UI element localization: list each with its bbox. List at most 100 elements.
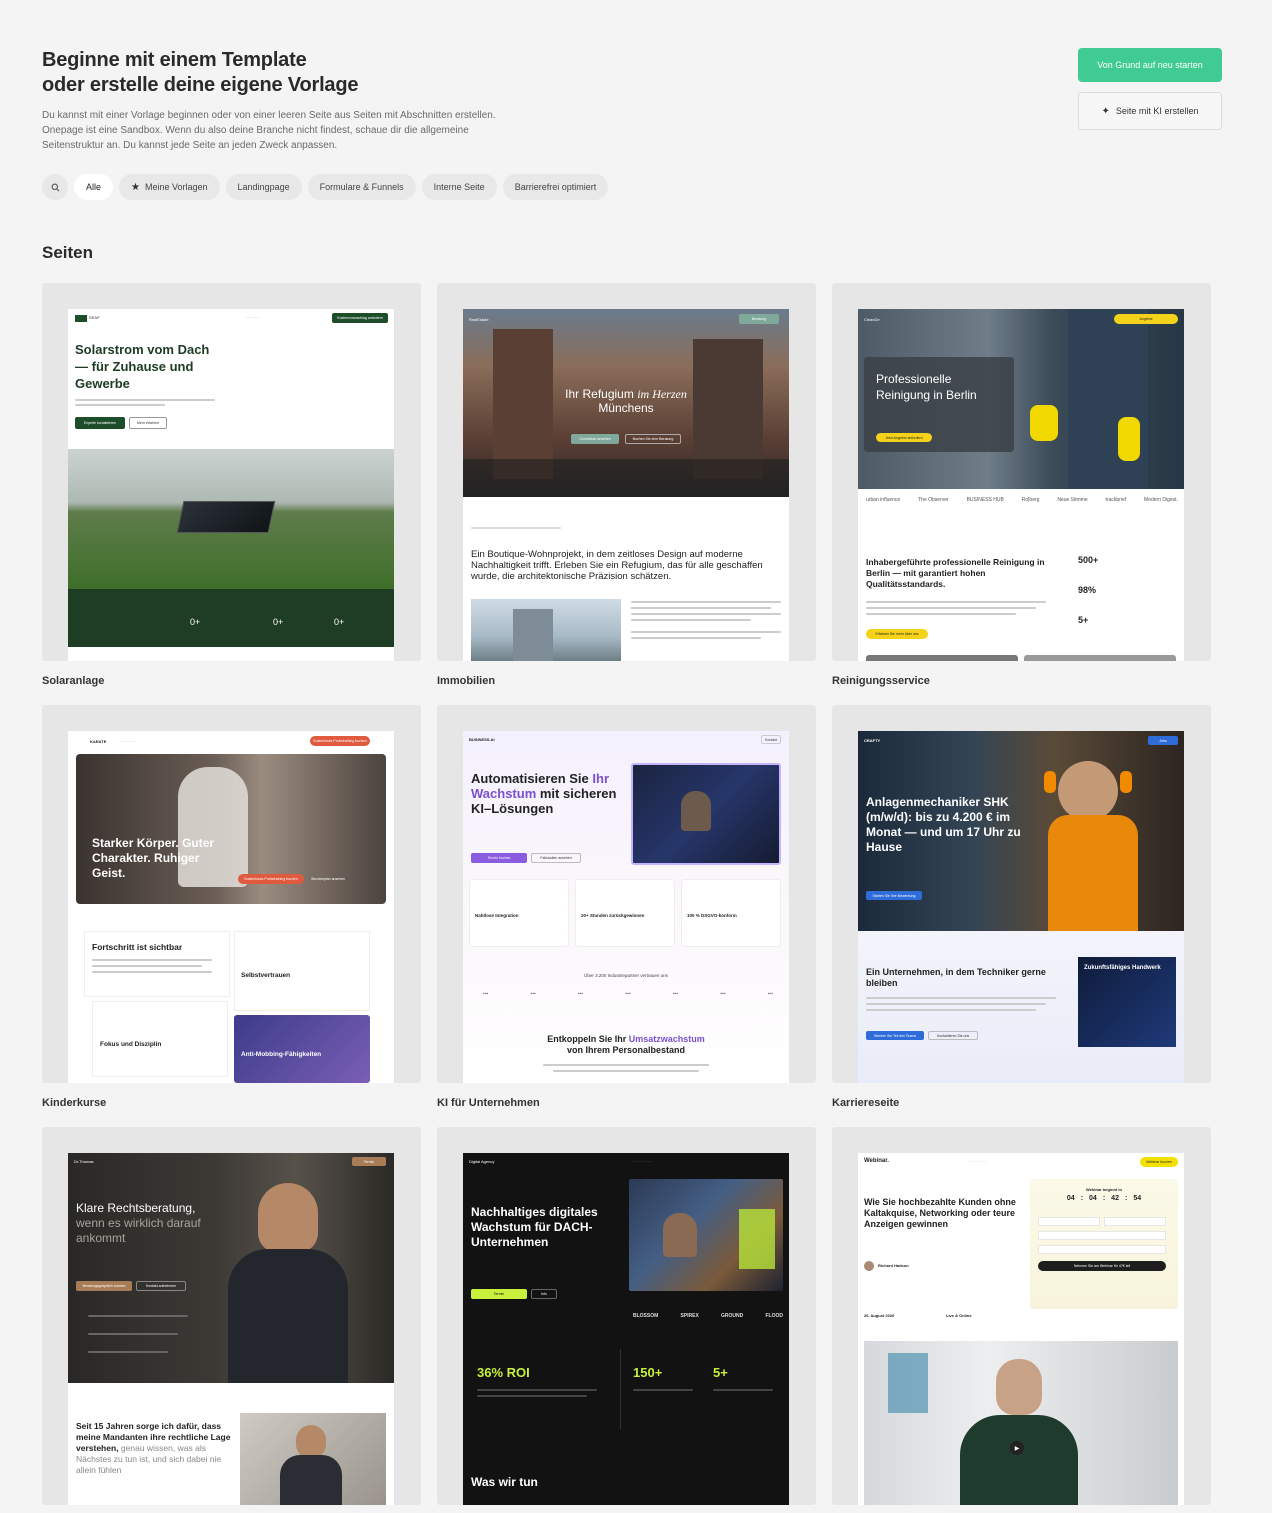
preview-headline: Nachhaltiges digitales Wachstum für DACH… xyxy=(471,1205,598,1249)
preview-section-title: Fortschritt ist sichtbar xyxy=(92,942,183,952)
start-blank-button[interactable]: Von Grund auf neu starten xyxy=(1078,48,1222,82)
preview-intro: Ein Boutique-Wohnprojekt, in dem zeitlos… xyxy=(471,549,763,582)
preview-btn-secondary: Mehr erfahren xyxy=(129,417,167,429)
preview-nav-cta: Beratung xyxy=(739,314,779,324)
preview-btn-primary: Jetzt Angebot anfordern xyxy=(876,433,932,442)
filter-landingpage[interactable]: Landingpage xyxy=(225,174,302,200)
preview-btn-primary: Grundrisse ansehen xyxy=(571,434,619,444)
preview-btn-secondary: Kontakt aufnehmen xyxy=(136,1281,186,1291)
preview-countdown-label: Webinar beginnt in xyxy=(1086,1187,1122,1192)
template-card-label: KI für Unternehmen xyxy=(437,1097,540,1109)
preview-feature-box: Zukunftsfähiges Handwerk xyxy=(1084,965,1161,971)
presenter-avatar xyxy=(864,1261,874,1271)
template-preview[interactable]: Digital Agency · · · · · · · · Nachhalti… xyxy=(437,1127,816,1505)
search-button[interactable] xyxy=(42,174,68,200)
template-card-digital-agency[interactable]: Digital Agency · · · · · · · · Nachhalti… xyxy=(437,1127,816,1505)
preview-bottom-headline: Entkoppeln Sie Ihr Umsatzwachstum von Ih… xyxy=(547,1034,705,1055)
preview-stat: 500+ xyxy=(1078,555,1099,565)
preview-logo-strip: urban influence The Observer BUSINESS HU… xyxy=(866,497,1178,503)
yellow-glove xyxy=(1030,405,1058,441)
section-title: Seiten xyxy=(42,243,94,262)
template-card-immobilien[interactable]: RealEstate Beratung Ihr Refugium im Herz… xyxy=(437,283,816,687)
preview-headline: Wie Sie hochbezahlte Kunden ohne Kaltakq… xyxy=(864,1197,1016,1229)
template-card-ki-fuer-unternehmen[interactable]: BUSINESS.AI Kontakt Automatisieren Sie I… xyxy=(437,705,816,1109)
template-card-karriereseite[interactable]: CRAFTY Jobs Anlagenmechaniker SHK (m/w/d… xyxy=(832,705,1211,1109)
preview-stat: 0+ xyxy=(273,617,284,627)
template-card-rechtsberatung[interactable]: Dr.Thomas Termin Klare Rechtsberatung, w… xyxy=(42,1127,421,1505)
preview-screenshot: CRAFTY Jobs Anlagenmechaniker SHK (m/w/d… xyxy=(858,731,1184,1083)
preview-bottom-headline: Was wir tun xyxy=(471,1475,538,1489)
preview-screenshot: CleanDe Angebot Professionelle Reinigung… xyxy=(858,309,1184,661)
template-card-kinderkurse[interactable]: KARATE · · · · · · · Kostenloses Probetr… xyxy=(42,705,421,1109)
filter-forms-funnels[interactable]: Formulare & Funnels xyxy=(307,174,416,200)
template-preview[interactable]: CleanDe Angebot Professionelle Reinigung… xyxy=(832,283,1211,661)
preview-brand: CRAFTY xyxy=(864,738,881,743)
filter-bar: Alle ★ Meine Vorlagen Landingpage Formul… xyxy=(42,174,609,200)
preview-presenter: Richard Hadson xyxy=(878,1263,909,1268)
preview-subheadline: Seit 15 Jahren sorge ich dafür, dass mei… xyxy=(76,1421,231,1475)
preview-screenshot: Dr.Thomas Termin Klare Rechtsberatung, w… xyxy=(68,1153,394,1505)
filter-my-templates[interactable]: ★ Meine Vorlagen xyxy=(119,174,220,200)
template-card-label: Kinderkurse xyxy=(42,1097,107,1109)
preview-date: 26. August 2026 xyxy=(864,1313,895,1318)
preview-brand: KARATE xyxy=(90,739,107,744)
preview-brand: BUSINESS.AI xyxy=(469,737,495,742)
template-card-solaranlage[interactable]: SEAP · · · · · · · Kostenvoranschlag anf… xyxy=(42,283,421,687)
preview-btn-primary: Experte kontaktieren xyxy=(75,417,125,429)
preview-stat: 5+ xyxy=(713,1365,728,1380)
filter-internal-page[interactable]: Interne Seite xyxy=(421,174,497,200)
template-card-label: Reinigungsservice xyxy=(832,675,930,687)
preview-countdown: 04: 04: 42: 54 xyxy=(1066,1195,1142,1202)
page-title: Beginne mit einem Template oder erstelle… xyxy=(42,49,359,96)
page-description: Du kannst mit einer Vorlage beginnen ode… xyxy=(42,110,496,151)
template-preview[interactable]: Dr.Thomas Termin Klare Rechtsberatung, w… xyxy=(42,1127,421,1505)
preview-btn-secondary: Werden Sie Teil des Teams xyxy=(866,1031,924,1040)
template-preview[interactable]: KARATE · · · · · · · Kostenloses Probetr… xyxy=(42,705,421,1083)
preview-trust-line: Über 3.200 Industriepartner vertrauen un… xyxy=(584,973,668,978)
preview-screenshot: SEAP · · · · · · · Kostenvoranschlag anf… xyxy=(68,309,394,661)
logo-icon xyxy=(75,315,87,322)
template-card-reinigungsservice[interactable]: CleanDe Angebot Professionelle Reinigung… xyxy=(832,283,1211,687)
template-card-label: Immobilien xyxy=(437,675,496,687)
preview-nav-cta: Kostenloses Probetraining buchen xyxy=(310,736,370,746)
preview-nav: · · · · · · · · xyxy=(968,1159,987,1164)
preview-feature: 20+ Stunden zurückgewinnen xyxy=(581,913,645,918)
filter-accessible[interactable]: Barrierefrei optimiert xyxy=(502,174,609,200)
preview-btn-primary: Termin xyxy=(471,1289,527,1299)
preview-brand: CleanDe xyxy=(864,317,880,322)
preview-nav-cta: Termin xyxy=(352,1157,386,1166)
template-card-webinar[interactable]: Webinar. · · · · · · · · Webinar buchen … xyxy=(832,1127,1211,1505)
preview-subheadline: Ein Unternehmen, in dem Techniker gerne … xyxy=(866,967,1046,988)
sparkle-icon: ✦ xyxy=(1101,105,1110,117)
preview-headline: Starker Körper. Guter Charakter. Ruhiger… xyxy=(92,836,215,880)
preview-headline: Solarstrom vom Dach — für Zuhause und Ge… xyxy=(75,342,210,391)
preview-headline: Anlagenmechaniker SHK (m/w/d): bis zu 4.… xyxy=(866,795,1021,854)
preview-nav-cta: Kontakt xyxy=(761,735,781,744)
preview-feature: Anti-Mobbing-Fähigkeiten xyxy=(241,1051,322,1058)
preview-nav-cta: Kostenvoranschlag anfordern xyxy=(332,313,388,323)
preview-feature: Nahtlose Integration xyxy=(475,913,519,918)
template-preview[interactable]: RealEstate Beratung Ihr Refugium im Herz… xyxy=(437,283,816,661)
play-icon[interactable]: ▶ xyxy=(1010,1441,1024,1455)
preview-btn-secondary: Buchen Sie eine Beratung xyxy=(625,434,681,444)
preview-btn-primary: Kostenloses Probetraining buchen xyxy=(238,874,304,884)
preview-stat: 98% xyxy=(1078,585,1097,595)
preview-brand: SEAP xyxy=(89,315,100,320)
preview-feature: 100 % DSGVO-konform xyxy=(687,913,737,918)
template-preview[interactable]: SEAP · · · · · · · Kostenvoranschlag anf… xyxy=(42,283,421,661)
preview-btn-primary: Termin buchen xyxy=(471,853,527,863)
preview-stat: 0+ xyxy=(334,617,345,627)
preview-btn-primary: Beratungsgespräch buchen xyxy=(76,1281,132,1291)
template-card-label: Karriereseite xyxy=(832,1097,900,1109)
preview-screenshot: RealEstate Beratung Ihr Refugium im Herz… xyxy=(463,309,789,661)
filter-all[interactable]: Alle xyxy=(74,174,114,200)
template-preview[interactable]: CRAFTY Jobs Anlagenmechaniker SHK (m/w/d… xyxy=(832,705,1211,1083)
preview-stat: 150+ xyxy=(633,1365,663,1380)
preview-feature: Fokus und Disziplin xyxy=(100,1041,162,1048)
template-preview[interactable]: BUSINESS.AI Kontakt Automatisieren Sie I… xyxy=(437,705,816,1083)
template-preview[interactable]: Webinar. · · · · · · · · Webinar buchen … xyxy=(832,1127,1211,1505)
preview-stat: 36% ROI xyxy=(477,1365,530,1380)
create-with-ai-button[interactable]: ✦ Seite mit KI erstellen xyxy=(1078,92,1222,130)
preview-screenshot: KARATE · · · · · · · Kostenloses Probetr… xyxy=(68,731,394,1083)
preview-nav: · · · · · · · · xyxy=(633,1159,652,1164)
